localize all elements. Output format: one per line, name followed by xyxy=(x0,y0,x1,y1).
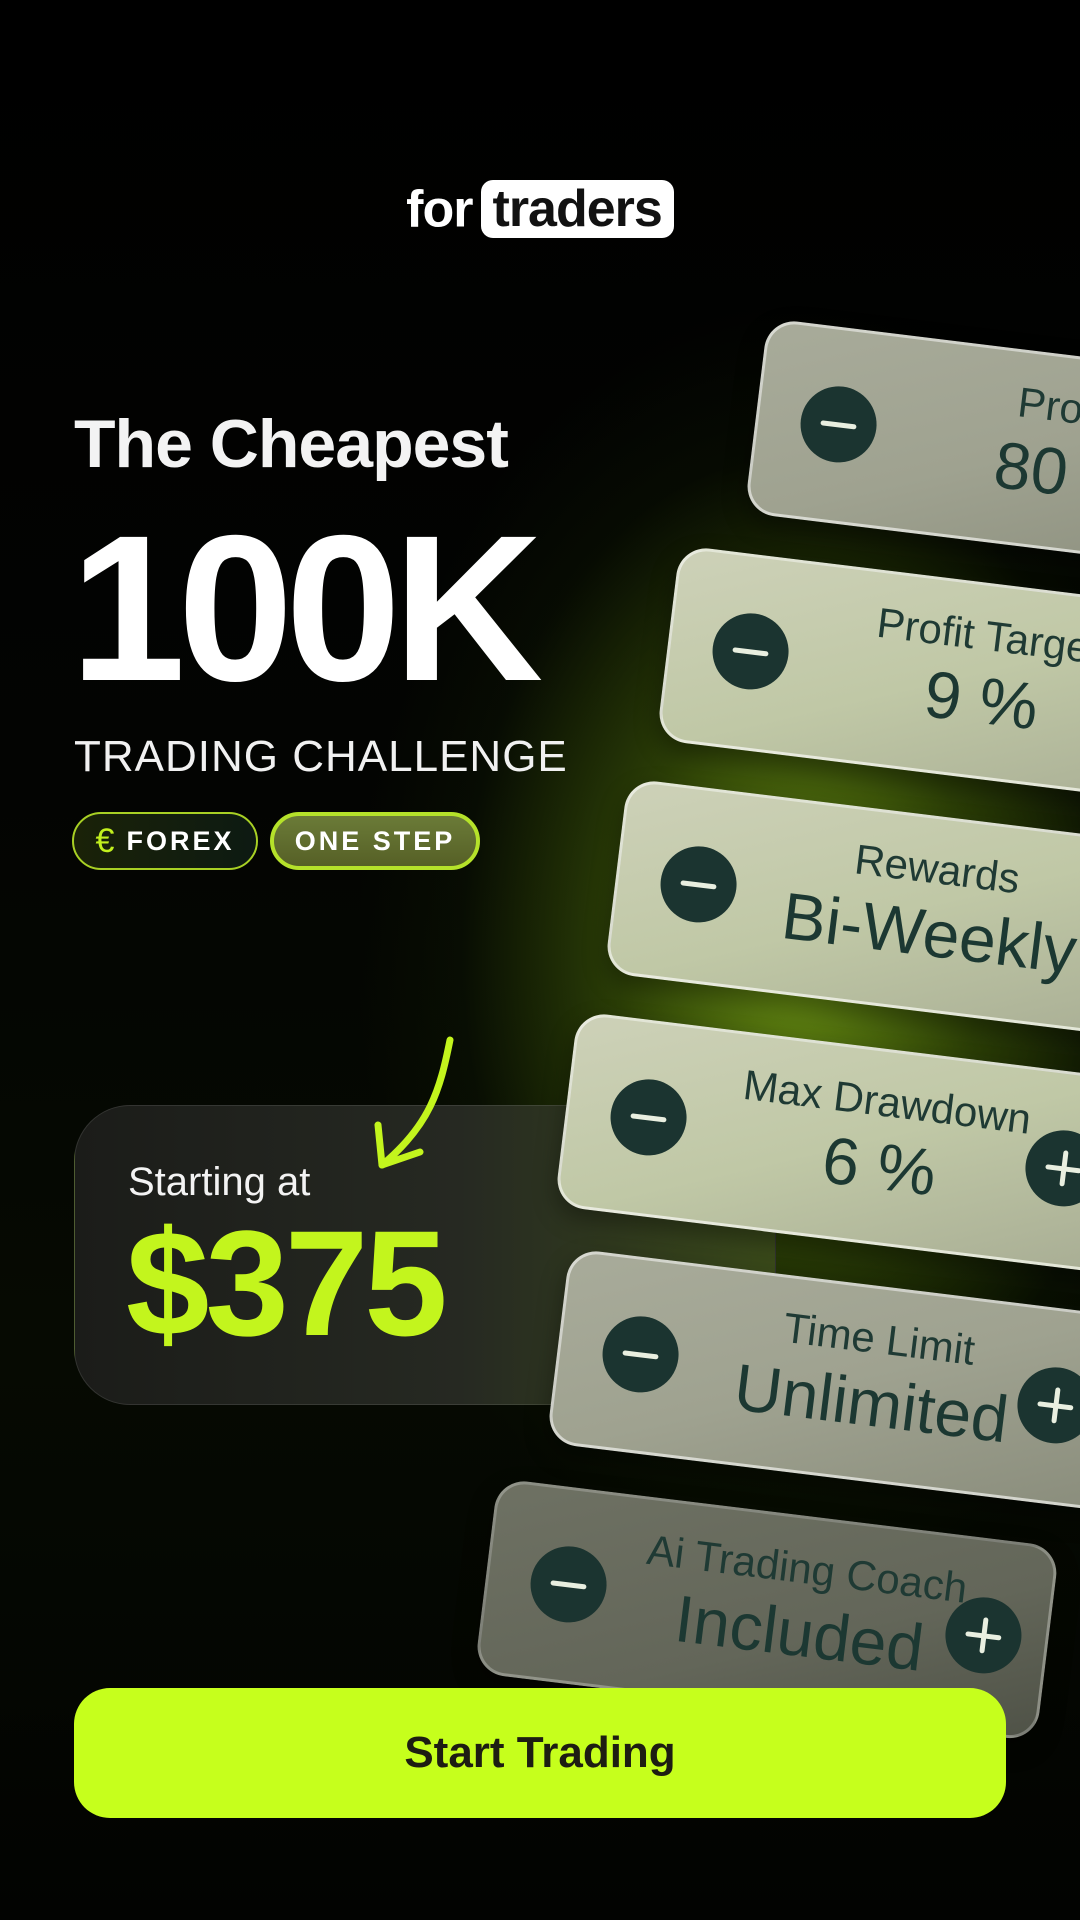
brand-logo: for traders xyxy=(0,176,1080,239)
euro-icon: € xyxy=(95,821,115,860)
hero-headline: The Cheapest xyxy=(74,406,509,482)
arrow-icon xyxy=(374,1036,454,1169)
hero-subtitle: TRADING CHALLENGE xyxy=(74,732,568,781)
price-value: $375 xyxy=(126,1199,448,1367)
brand-boxed: traders xyxy=(480,180,674,239)
start-trading-button[interactable]: Start Trading xyxy=(74,1688,1006,1818)
feature-value: 80 % xyxy=(990,426,1080,519)
tag-one-step[interactable]: ONE STEP xyxy=(270,812,480,870)
brand-prefix: for xyxy=(406,180,473,239)
tag-forex-label: FOREX xyxy=(126,825,235,856)
tag-one-step-label: ONE STEP xyxy=(294,825,456,856)
minus-icon[interactable] xyxy=(796,382,881,467)
minus-icon[interactable] xyxy=(598,1312,683,1397)
minus-icon[interactable] xyxy=(656,842,741,927)
tag-forex[interactable]: € FOREX xyxy=(72,812,258,870)
minus-icon[interactable] xyxy=(606,1075,691,1160)
minus-icon[interactable] xyxy=(526,1542,611,1627)
hero-amount: 100K xyxy=(70,493,543,725)
minus-icon[interactable] xyxy=(708,609,793,694)
